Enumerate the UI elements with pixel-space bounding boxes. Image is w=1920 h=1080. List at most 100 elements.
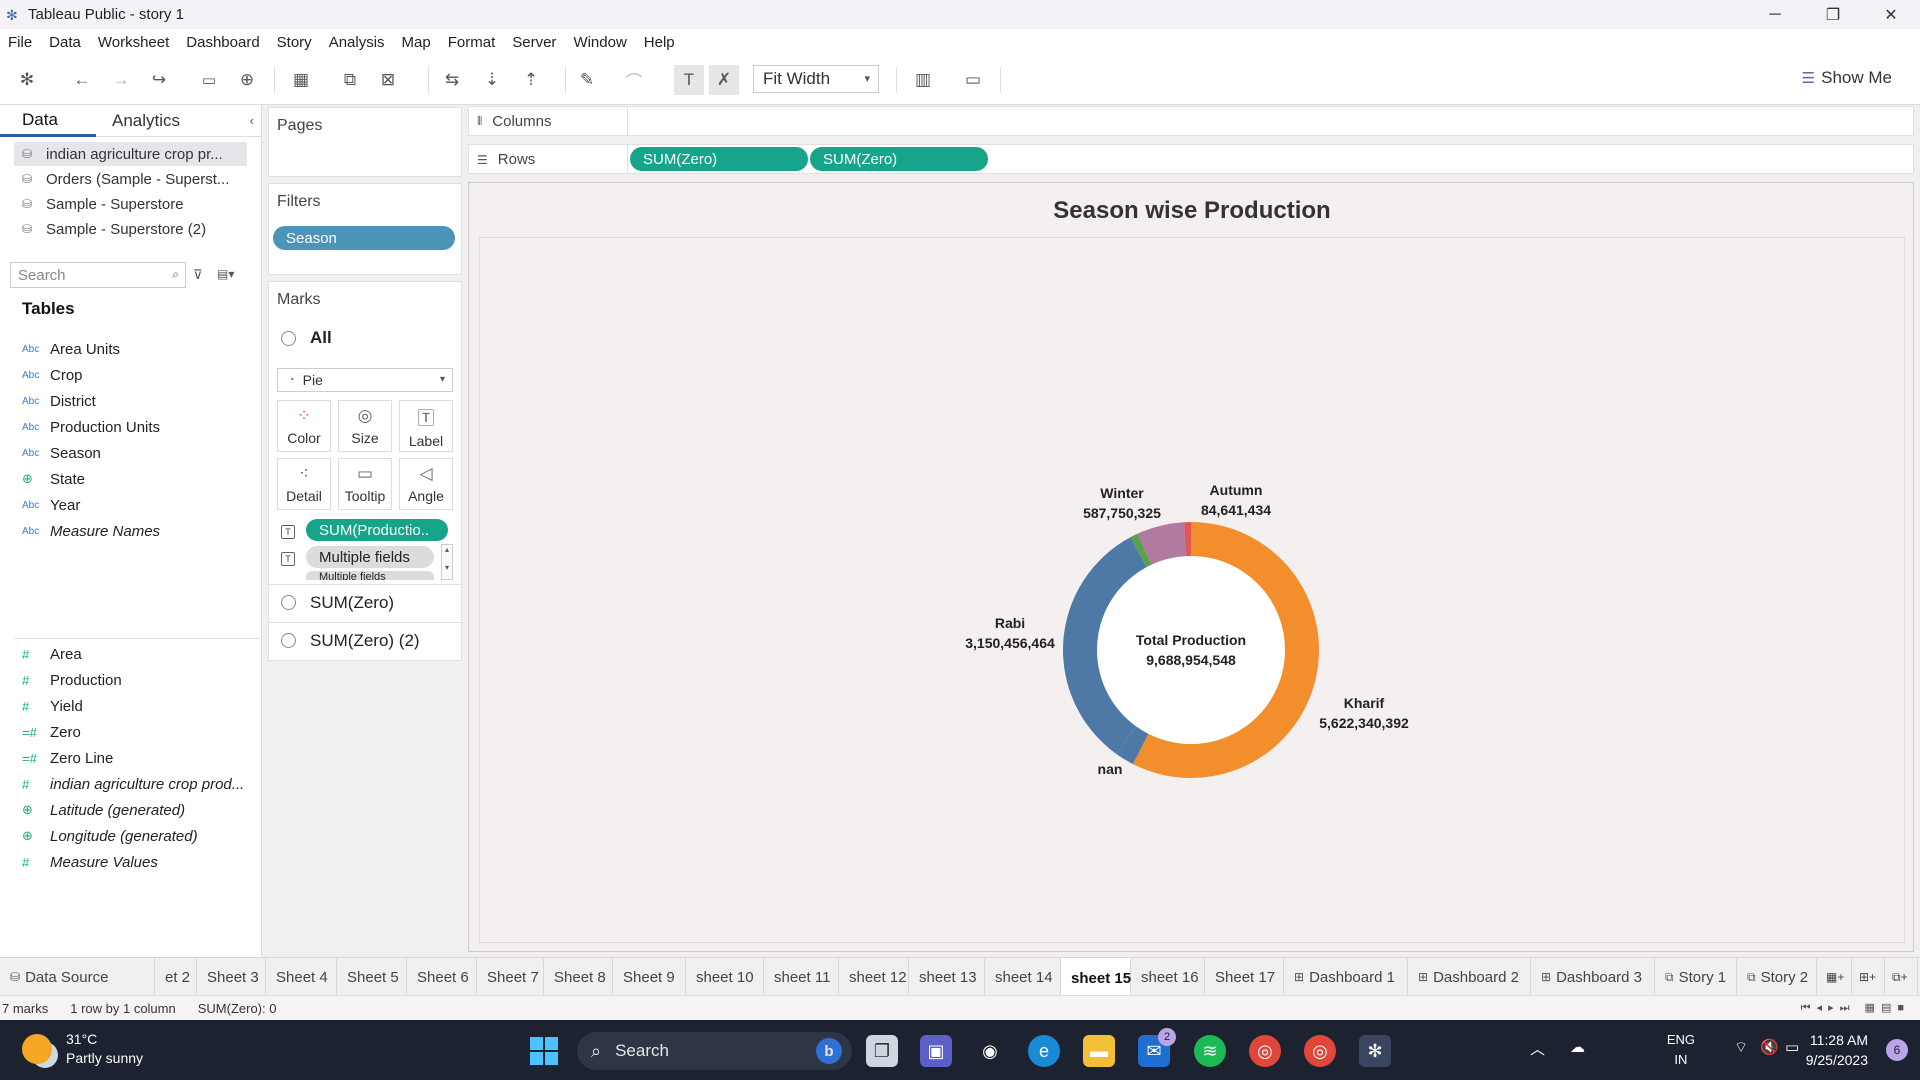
sheet-tab-dashboard-2[interactable]: ⊞ Dashboard 2	[1408, 958, 1531, 996]
show-cards-icon[interactable]: ▥	[912, 69, 934, 91]
replay-icon[interactable]: ↪	[148, 69, 170, 91]
windows-start-icon[interactable]	[528, 1035, 560, 1067]
field-zero[interactable]: =# Zero	[22, 721, 81, 743]
sheet-navigation-icons[interactable]: ⏮◂▸⏭ ▦▤■	[1801, 1001, 1910, 1015]
sheet-tab-sheet-13[interactable]: sheet 13	[909, 958, 985, 996]
field-state[interactable]: ⊕ State	[22, 468, 85, 490]
sheet-tab-story-2[interactable]: ⧉ Story 2	[1737, 958, 1817, 996]
sheet-tab-dashboard-3[interactable]: ⊞ Dashboard 3	[1531, 958, 1655, 996]
task-view-icon[interactable]: ❐	[866, 1035, 898, 1067]
notification-badge[interactable]: 6	[1886, 1039, 1908, 1061]
show-labels-icon[interactable]: T	[674, 65, 704, 95]
menu-map[interactable]: Map	[402, 34, 431, 51]
columns-shelf[interactable]: ⦀ Columns	[468, 106, 1914, 136]
menu-worksheet[interactable]: Worksheet	[98, 34, 169, 51]
field-record-count[interactable]: # indian agriculture crop prod...	[22, 773, 244, 795]
sheet-tab-et-2[interactable]: et 2	[155, 958, 197, 996]
sheet-tab-sheet-3[interactable]: Sheet 3	[197, 958, 266, 996]
field-district[interactable]: Abc District	[22, 390, 96, 412]
menu-window[interactable]: Window	[573, 34, 626, 51]
menu-data[interactable]: Data	[49, 34, 81, 51]
view-options-icon[interactable]: ▤▾	[217, 267, 234, 281]
sheet-tab-sheet-7[interactable]: Sheet 7	[477, 958, 544, 996]
sheet-tab-sheet-17[interactable]: Sheet 17	[1205, 958, 1284, 996]
field-season[interactable]: Abc Season	[22, 442, 101, 464]
file-explorer-icon[interactable]: ▬	[1083, 1035, 1115, 1067]
rows-shelf[interactable]: ☰ Rows SUM(Zero) SUM(Zero)	[468, 144, 1914, 174]
menu-analysis[interactable]: Analysis	[329, 34, 385, 51]
chrome-icon[interactable]: ◎	[1249, 1035, 1281, 1067]
donut-chart[interactable]: Kharif 5,622,340,392 nan Rabi 3,150,456,464 W…	[469, 183, 1915, 953]
chevron-up-icon[interactable]: ︿	[1530, 1038, 1545, 1059]
filter-fields-icon[interactable]: ⊽	[193, 267, 203, 283]
marks-pill-sum-production[interactable]: SUM(Productio..	[306, 519, 448, 541]
pages-card[interactable]: Pages	[268, 107, 462, 177]
wifi-icon[interactable]: ⌔	[1734, 1038, 1748, 1057]
sheet-tab-sheet-5[interactable]: Sheet 5	[337, 958, 407, 996]
sort-ascending-icon[interactable]: ⇣	[481, 69, 503, 91]
label-button[interactable]: 🅃 Label	[399, 400, 453, 452]
new-worksheet-tab-icon[interactable]: ▦+	[1820, 958, 1852, 996]
show-me-button[interactable]: ☰ Show Me	[1802, 68, 1892, 88]
highlight-icon[interactable]: ✎	[576, 69, 598, 91]
marks-layer-sum-zero-2[interactable]: SUM(Zero) (2)	[269, 622, 463, 658]
sheet-tab-story-1[interactable]: ⧉ Story 1	[1655, 958, 1737, 996]
sheet-tab-sheet-15[interactable]: sheet 15	[1061, 958, 1131, 996]
swap-axes-icon[interactable]: ⇆	[441, 69, 463, 91]
clock[interactable]: 11:28 AM 9/25/2023	[1806, 1030, 1868, 1070]
presentation-mode-icon[interactable]: ▭	[962, 69, 984, 91]
sheet-tab-sheet-4[interactable]: Sheet 4	[266, 958, 337, 996]
field-crop[interactable]: Abc Crop	[22, 364, 83, 386]
spotify-icon[interactable]: ≋	[1194, 1035, 1226, 1067]
rows-pill-sum-zero[interactable]: SUM(Zero)	[630, 147, 808, 171]
datasource-item[interactable]: ⛁ indian agriculture crop pr...	[14, 142, 247, 166]
tooltip-button[interactable]: ▭ Tooltip	[338, 458, 392, 510]
clear-sheet-icon[interactable]: ⊠	[377, 69, 399, 91]
field-measure-values[interactable]: # Measure Values	[22, 851, 158, 873]
field-area-units[interactable]: Abc Area Units	[22, 338, 120, 360]
menu-format[interactable]: Format	[448, 34, 496, 51]
filter-pill-season[interactable]: Season	[273, 226, 455, 250]
menu-file[interactable]: File	[8, 34, 32, 51]
tableau-taskbar-icon[interactable]: ✻	[1359, 1035, 1391, 1067]
field-yield[interactable]: # Yield	[22, 695, 83, 717]
language-indicator[interactable]: ENG IN	[1667, 1030, 1695, 1070]
sheet-tab-dashboard-1[interactable]: ⊞ Dashboard 1	[1284, 958, 1408, 996]
save-icon[interactable]: ▭	[198, 69, 220, 91]
marks-layer-sum-zero[interactable]: SUM(Zero)	[269, 584, 463, 620]
marks-pill-multiple-fields[interactable]: Multiple fields	[306, 546, 434, 568]
datasource-item[interactable]: ⛁ Sample - Superstore	[14, 192, 247, 216]
field-longitude[interactable]: ⊕ Longitude (generated)	[22, 825, 198, 847]
weather-widget[interactable]: 31°C Partly sunny	[22, 1030, 143, 1068]
datasource-item[interactable]: ⛁ Orders (Sample - Superst...	[14, 167, 247, 191]
undo-icon[interactable]: ←	[71, 69, 93, 91]
fit-width-dropdown[interactable]: Fit Width ▾	[753, 65, 879, 93]
close-icon[interactable]: ✕	[1862, 0, 1920, 29]
detail-button[interactable]: ⁖ Detail	[277, 458, 331, 510]
marks-all-layer[interactable]: All	[281, 328, 332, 348]
tab-data[interactable]: Data	[0, 105, 96, 137]
field-year[interactable]: Abc Year	[22, 494, 80, 516]
taskbar-search[interactable]: ⌕ Search b	[577, 1032, 852, 1070]
teams-chat-icon[interactable]: ▣	[920, 1035, 952, 1067]
datasource-item[interactable]: ⛁ Sample - Superstore (2)	[14, 217, 247, 241]
menu-server[interactable]: Server	[512, 34, 556, 51]
sheet-tab-sheet-9[interactable]: Sheet 9	[613, 958, 686, 996]
volume-muted-icon[interactable]: 🔇	[1760, 1038, 1779, 1056]
field-latitude[interactable]: ⊕ Latitude (generated)	[22, 799, 185, 821]
sheet-tab-sheet-11[interactable]: sheet 11	[764, 958, 839, 996]
new-datasource-icon[interactable]: ⊕	[236, 69, 258, 91]
field-production-units[interactable]: Abc Production Units	[22, 416, 160, 438]
new-story-tab-icon[interactable]: ⧉+	[1886, 958, 1918, 996]
marks-pill-multiple-fields-partial[interactable]: Multiple fields	[306, 571, 434, 580]
mark-type-dropdown[interactable]: ◔ Pie ▾	[277, 368, 453, 392]
field-production[interactable]: # Production	[22, 669, 122, 691]
fix-axes-icon[interactable]: ✗	[709, 65, 739, 95]
collapse-pane-icon[interactable]: ‹	[250, 113, 254, 128]
sort-descending-icon[interactable]: ⇡	[520, 69, 542, 91]
new-worksheet-icon[interactable]: ▦	[290, 69, 312, 91]
battery-icon[interactable]: ▭	[1785, 1038, 1799, 1056]
field-area[interactable]: # Area	[22, 643, 82, 665]
redo-icon[interactable]: →	[110, 69, 132, 91]
chrome-profile-icon[interactable]: ◎	[1304, 1035, 1336, 1067]
